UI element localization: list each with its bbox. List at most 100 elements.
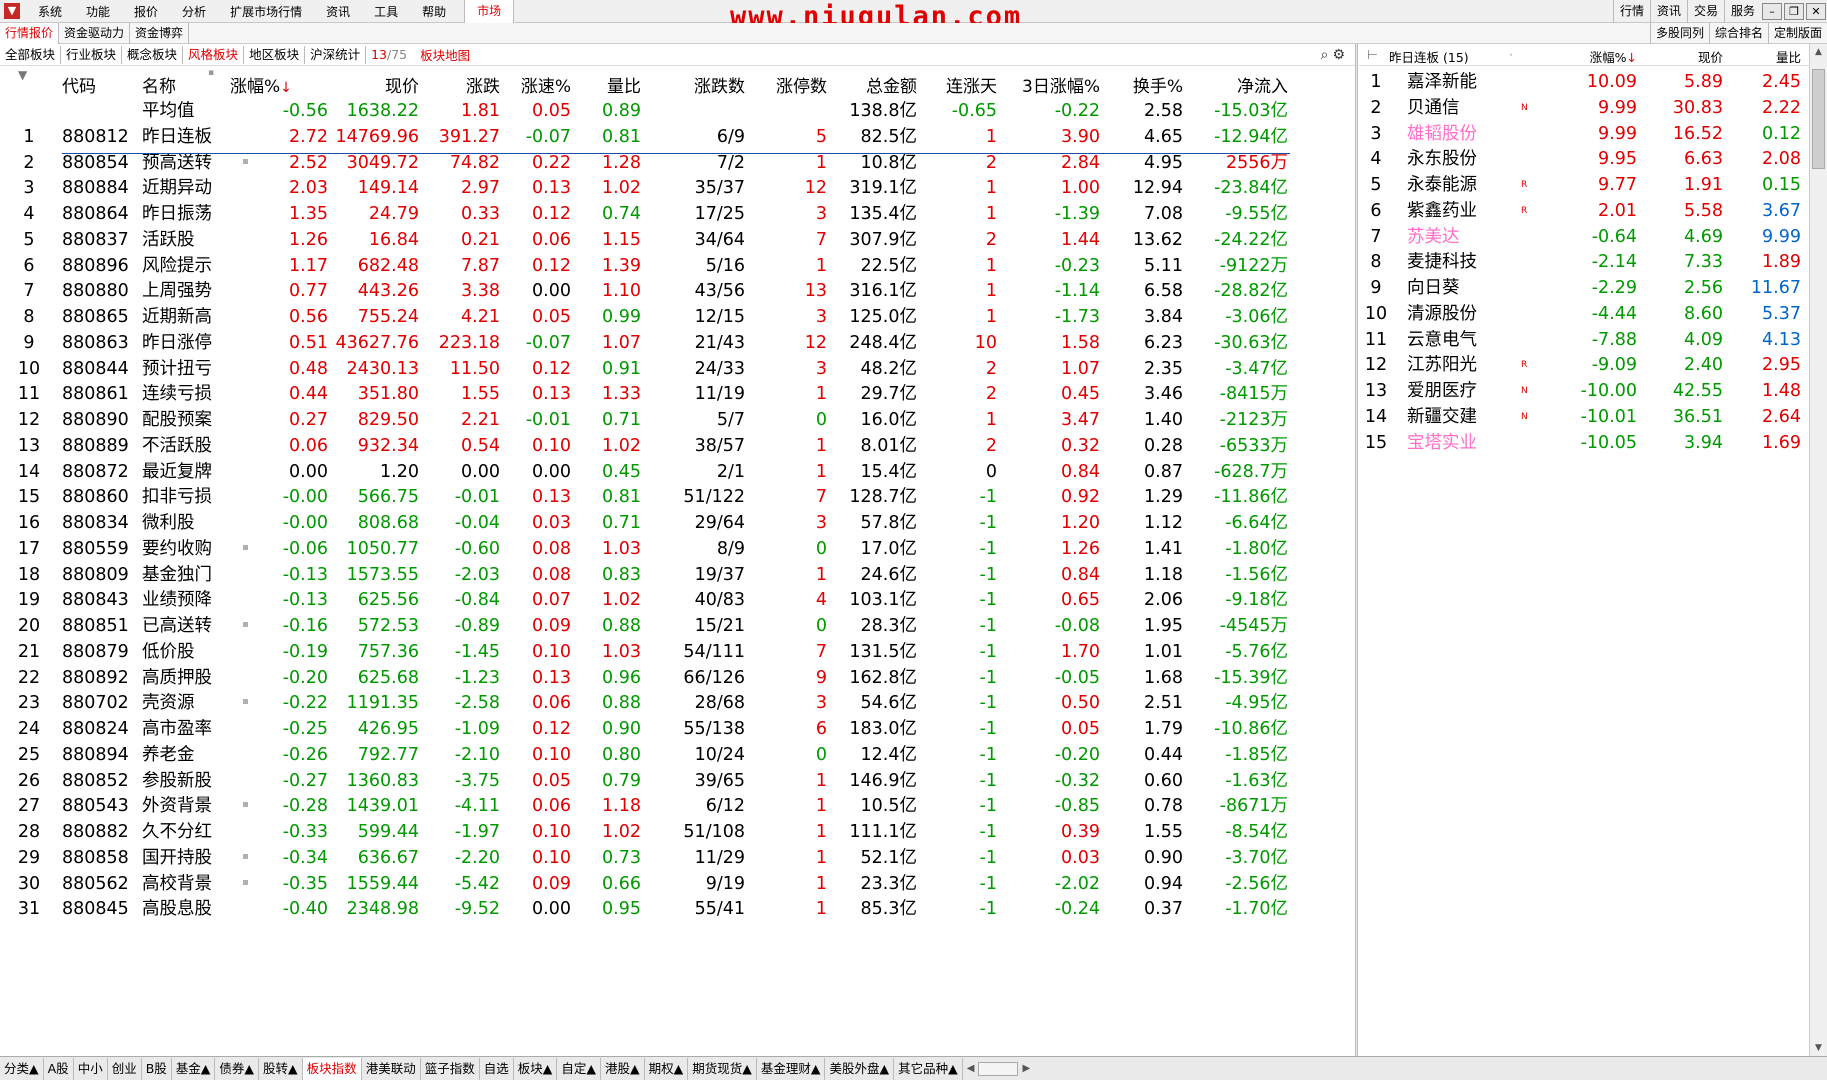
col-code[interactable]: 代码 [62, 72, 96, 97]
sector-tab[interactable]: 全部板块 [0, 45, 62, 64]
tabs-scroll-right-icon[interactable]: ▶ [1018, 1063, 1034, 1074]
col-chg3[interactable]: 3日涨幅% [1000, 72, 1100, 97]
sector-tab[interactable]: 地区板块 [244, 45, 306, 64]
col-price[interactable]: 现价 [330, 72, 419, 97]
panel-divider[interactable] [1355, 44, 1358, 1056]
side-col-price[interactable]: 现价 [1641, 47, 1723, 66]
col-netflow[interactable]: 净流入 [1185, 72, 1288, 97]
sector-tab[interactable]: 风格板块 [183, 45, 245, 64]
menu-item[interactable]: 帮助 [410, 3, 458, 20]
bottom-tab[interactable]: 期权▲ [645, 1057, 689, 1080]
cell-lday: 2 [985, 229, 997, 250]
cell-name: 扣非亏损 [142, 487, 212, 508]
bottom-tab[interactable]: 自选 [480, 1057, 514, 1080]
bottom-tab[interactable]: 期货现货▲ [688, 1057, 757, 1080]
bottom-tab[interactable]: 自定▲ [557, 1057, 601, 1080]
vertical-scrollbar[interactable]: ▲ ▼ [1809, 44, 1827, 1056]
layout-tab[interactable]: 综合排名 [1708, 23, 1768, 44]
cell-amount: 28.3亿 [860, 616, 917, 636]
page-indicator: 13/75 [371, 47, 408, 62]
side-col-chg[interactable]: 涨幅%↓ [1537, 47, 1637, 66]
minimize-icon[interactable]: – [1762, 3, 1782, 20]
layout-tab[interactable]: 定制版面 [1767, 23, 1827, 44]
bottom-tab[interactable]: 篮子指数 [421, 1057, 480, 1080]
bottom-tab[interactable]: 板块▲ [514, 1057, 558, 1080]
cell-up: -0.89 [454, 616, 500, 636]
bottom-tab[interactable]: 港美联动 [362, 1057, 421, 1080]
menu-item[interactable]: 功能 [74, 3, 122, 20]
bottom-tab[interactable]: B股 [142, 1057, 172, 1080]
view-tab[interactable]: 资金驱动力 [59, 22, 131, 44]
side-col-vr[interactable]: 量比 [1721, 47, 1801, 66]
col-up[interactable]: 涨跌 [420, 72, 500, 97]
menu-item[interactable]: 工具 [362, 3, 410, 20]
column-menu-icon[interactable]: ▼ [18, 68, 27, 82]
bottom-tab[interactable]: 基金理财▲ [757, 1057, 826, 1080]
tabs-scrollbar[interactable] [978, 1061, 1019, 1076]
cell-netflow: -1.56亿 [1225, 564, 1288, 585]
window-menu-item[interactable]: 资讯 [1649, 0, 1687, 23]
menu-item[interactable]: 分析 [170, 3, 218, 20]
cell-up: 4.21 [461, 307, 500, 327]
cell-netflow: -8671万 [1219, 796, 1288, 817]
cell-name: 连续亏损 [142, 384, 212, 405]
bottom-tab[interactable]: 港股▲ [601, 1057, 645, 1080]
sector-tab[interactable]: 行业板块 [61, 45, 123, 64]
bottom-tab[interactable]: A股 [44, 1057, 74, 1080]
window-menu-item[interactable]: 服务 [1723, 0, 1761, 23]
gear-icon[interactable]: ⚙ [1332, 46, 1345, 64]
table-row[interactable]: 31 880845 高股息股 -0.40 2348.98 -9.52 0.00 0.95 55/… [0, 894, 1355, 924]
layout-tab[interactable]: 多股同列 [1649, 23, 1709, 44]
window-menu-item[interactable]: 行情 [1612, 0, 1650, 23]
bottom-tab[interactable]: 中小 [74, 1057, 108, 1080]
scroll-thumb[interactable] [1812, 69, 1825, 169]
pin-icon[interactable]: ⊢ [1367, 47, 1378, 62]
cell-idx: 10 [17, 358, 41, 379]
menu-market[interactable]: 市场 [464, 0, 515, 23]
cell-price: 1439.01 [346, 796, 419, 817]
search-icon[interactable]: ⌕ [1321, 46, 1329, 64]
side-row[interactable]: 15 宝塔实业 -10.05 3.94 1.69 [1359, 428, 1809, 458]
col-updown[interactable]: 涨跌数 [660, 72, 745, 97]
menu-item[interactable]: 资讯 [314, 3, 362, 20]
cell-up: -0.01 [454, 487, 500, 508]
side-panel-title: 昨日连板 (15) [1389, 50, 1469, 65]
bottom-tab[interactable]: 板块指数 [302, 1057, 362, 1080]
cell-netflow: -23.84亿 [1214, 178, 1288, 199]
bottom-tab[interactable]: 其它品种▲ [894, 1057, 963, 1080]
sector-map-link[interactable]: 板块地图 [412, 45, 478, 64]
sector-tab[interactable]: 沪深统计 [305, 45, 367, 64]
window-menu-item[interactable]: 交易 [1686, 0, 1724, 23]
view-tab[interactable]: 行情报价 [0, 22, 60, 44]
scroll-up-icon[interactable]: ▲ [1810, 44, 1827, 60]
menu-item[interactable]: 报价 [122, 3, 170, 20]
bottom-tab[interactable]: 创业 [108, 1057, 142, 1080]
col-amount[interactable]: 总金额 [830, 72, 917, 97]
col-limit[interactable]: 涨停数 [740, 72, 827, 97]
close-icon[interactable]: ✕ [1806, 3, 1826, 20]
main-table-header: ▼ 代码 名称 ▪ 涨幅%↓ 现价 涨跌 涨速% 量比 涨跌数 涨停数 总金额 … [0, 68, 1355, 97]
col-turnover[interactable]: 换手% [1105, 72, 1183, 97]
col-speed[interactable]: 涨速% [500, 72, 571, 97]
menu-item[interactable]: 系统 [26, 3, 74, 20]
col-lday[interactable]: 连涨天 [920, 72, 997, 97]
cell-limit: 7 [815, 229, 827, 250]
sector-tab[interactable]: 概念板块 [122, 45, 184, 64]
view-tab[interactable]: 资金博弈 [130, 22, 190, 44]
col-chg[interactable]: 涨幅%↓ [230, 72, 292, 97]
menu-item[interactable]: 扩展市场行情 [218, 3, 314, 20]
main-table-body: 平均值 -0.56 1638.22 1.81 0.05 0.89 138.8亿 -0.65 -0… [0, 96, 1355, 1056]
tabs-scroll-left-icon[interactable]: ◀ [963, 1063, 979, 1074]
bottom-tab[interactable]: 基金▲ [172, 1057, 216, 1080]
col-name[interactable]: 名称 [142, 72, 176, 97]
bottom-tab[interactable]: 分类▲ [0, 1057, 44, 1080]
cell-speed: 0.10 [532, 435, 571, 456]
bottom-tab[interactable]: 股转▲ [259, 1057, 303, 1080]
bottom-tab[interactable]: 债券▲ [215, 1057, 260, 1080]
cell-speed: -0.07 [525, 332, 571, 353]
restore-icon[interactable]: ❐ [1784, 3, 1804, 20]
scroll-down-icon[interactable]: ▼ [1810, 1040, 1827, 1056]
col-vr[interactable]: 量比 [575, 72, 641, 97]
bottom-tab[interactable]: 美股外盘▲ [825, 1057, 895, 1080]
stock-price: 16.52 [1672, 123, 1723, 144]
